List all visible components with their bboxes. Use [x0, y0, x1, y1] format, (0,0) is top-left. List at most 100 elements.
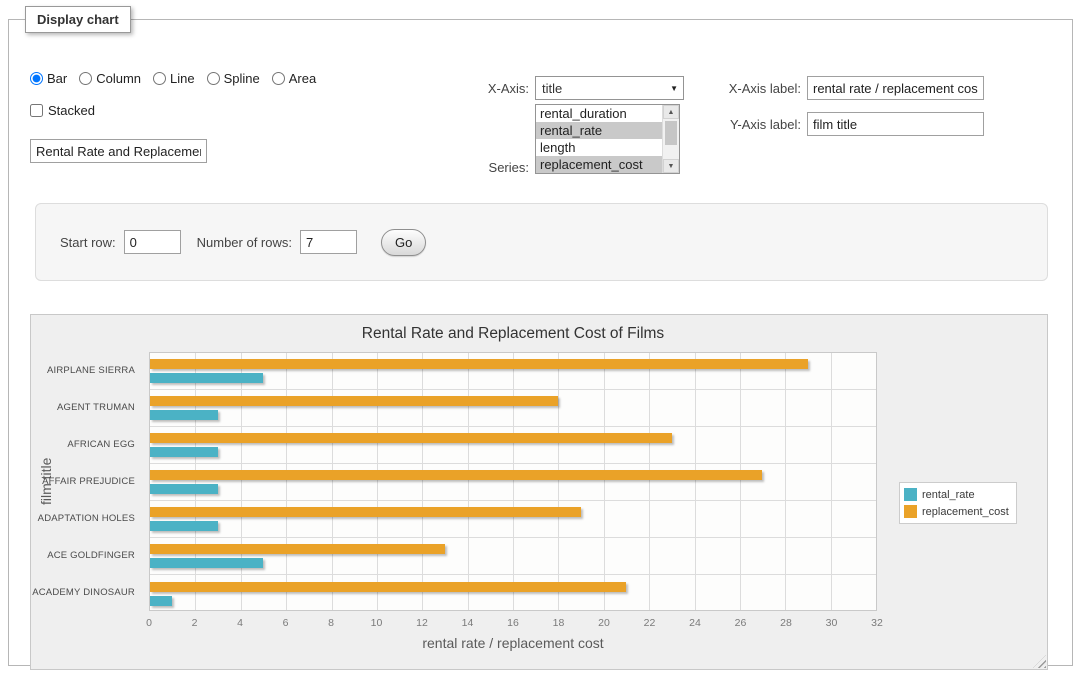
gridline	[513, 353, 514, 610]
x-tick-label: 26	[735, 617, 747, 629]
x-tick-label: 10	[371, 617, 383, 629]
legend-swatch	[904, 505, 917, 518]
chart-type-line-label: Line	[170, 71, 195, 86]
gridline	[422, 353, 423, 610]
chart-type-column[interactable]: Column	[79, 71, 141, 86]
gridline	[195, 353, 196, 610]
y-tick-label: ADAPTATION HOLES	[31, 500, 143, 537]
stacked-checkbox[interactable]	[30, 104, 43, 117]
legend-item-rental_rate: rental_rate	[904, 486, 1009, 503]
x-axis-select-label: X-Axis:	[419, 81, 529, 96]
resize-handle-icon[interactable]	[1033, 655, 1046, 668]
chart-title-input[interactable]	[30, 139, 207, 163]
gridline	[604, 353, 605, 610]
y-tick-label: AIRPLANE SIERRA	[31, 352, 143, 389]
gridline	[695, 353, 696, 610]
series-select-label: Series:	[419, 160, 529, 175]
chart-type-column-radio[interactable]	[79, 72, 92, 85]
chart-legend: rental_rate replacement_cost	[899, 482, 1017, 524]
series-multiselect[interactable]: rental_duration rental_rate length repla…	[535, 104, 680, 174]
x-tick-label: 14	[462, 617, 474, 629]
x-tick-label: 22	[644, 617, 656, 629]
legend-item-replacement_cost: replacement_cost	[904, 503, 1009, 520]
gridline	[558, 353, 559, 610]
x-axis-ticks: 02468101214161820222426283032	[149, 617, 877, 631]
legend-label: replacement_cost	[922, 506, 1009, 518]
chart-type-spline[interactable]: Spline	[207, 71, 260, 86]
x-tick-label: 4	[237, 617, 243, 629]
chart-type-column-label: Column	[96, 71, 141, 86]
x-tick-label: 6	[283, 617, 289, 629]
bar-replacement_cost	[150, 507, 581, 517]
chart-type-area[interactable]: Area	[272, 71, 316, 86]
display-chart-panel: Display chart Bar Column Line Spline Are…	[8, 6, 1073, 666]
y-axis-label-input[interactable]	[807, 112, 984, 136]
bar-rental_rate	[150, 447, 218, 457]
gridline	[286, 353, 287, 610]
series-scrollbar[interactable]: ▲ ▼	[662, 105, 679, 173]
series-option-replacement-cost[interactable]: replacement_cost	[536, 156, 662, 173]
x-tick-label: 30	[826, 617, 838, 629]
bar-replacement_cost	[150, 544, 445, 554]
go-button[interactable]: Go	[381, 229, 426, 256]
stacked-label: Stacked	[48, 103, 95, 118]
chart-type-line[interactable]: Line	[153, 71, 195, 86]
x-tick-label: 8	[328, 617, 334, 629]
series-option-length[interactable]: length	[536, 139, 662, 156]
number-of-rows-input[interactable]	[300, 230, 357, 254]
bar-rental_rate	[150, 484, 218, 494]
bar-replacement_cost	[150, 396, 558, 406]
x-tick-label: 16	[507, 617, 519, 629]
x-axis-label-label: X-Axis label:	[639, 81, 801, 96]
legend-label: rental_rate	[922, 489, 975, 501]
y-axis-label-label: Y-Axis label:	[639, 117, 801, 132]
x-axis-selected-value: title	[542, 81, 562, 96]
legend-swatch	[904, 488, 917, 501]
chart-type-line-radio[interactable]	[153, 72, 166, 85]
y-tick-label: AFRICAN EGG	[31, 426, 143, 463]
rows-panel: Start row: Number of rows: Go	[35, 203, 1048, 281]
x-tick-label: 28	[780, 617, 792, 629]
gridline	[740, 353, 741, 610]
gridline	[241, 353, 242, 610]
chart-type-spline-radio[interactable]	[207, 72, 220, 85]
chart-type-bar-label: Bar	[47, 71, 67, 86]
bar-replacement_cost	[150, 582, 626, 592]
gridline	[649, 353, 650, 610]
bar-rental_rate	[150, 558, 263, 568]
bar-replacement_cost	[150, 433, 672, 443]
stacked-option[interactable]: Stacked	[30, 103, 95, 118]
start-row-label: Start row:	[60, 235, 116, 250]
scroll-down-icon[interactable]: ▼	[663, 159, 679, 173]
gridline	[377, 353, 378, 610]
bar-rental_rate	[150, 410, 218, 420]
chart-type-bar-radio[interactable]	[30, 72, 43, 85]
x-tick-label: 0	[146, 617, 152, 629]
chart-type-area-radio[interactable]	[272, 72, 285, 85]
x-tick-label: 12	[416, 617, 428, 629]
chart-type-area-label: Area	[289, 71, 316, 86]
bar-rental_rate	[150, 596, 172, 606]
x-tick-label: 20	[598, 617, 610, 629]
x-tick-label: 32	[871, 617, 883, 629]
chart-title: Rental Rate and Replacement Cost of Film…	[149, 325, 877, 343]
number-of-rows-label: Number of rows:	[197, 235, 292, 250]
gridline	[831, 353, 832, 610]
chart-type-spline-label: Spline	[224, 71, 260, 86]
x-axis-label-input[interactable]	[807, 76, 984, 100]
y-tick-label: ACADEMY DINOSAUR	[31, 574, 143, 611]
gridline	[468, 353, 469, 610]
y-axis-labels: AIRPLANE SIERRAAGENT TRUMANAFRICAN EGGAF…	[31, 352, 143, 611]
series-options: rental_duration rental_rate length repla…	[536, 105, 662, 173]
y-tick-label: AFFAIR PREJUDICE	[31, 463, 143, 500]
chart-type-bar[interactable]: Bar	[30, 71, 67, 86]
gridline	[785, 353, 786, 610]
y-tick-label: ACE GOLDFINGER	[31, 537, 143, 574]
gridline	[332, 353, 333, 610]
panel-legend: Display chart	[25, 6, 131, 33]
start-row-input[interactable]	[124, 230, 181, 254]
bar-replacement_cost	[150, 359, 808, 369]
bar-rental_rate	[150, 521, 218, 531]
chart-type-group: Bar Column Line Spline Area	[30, 71, 316, 86]
x-tick-label: 2	[192, 617, 198, 629]
